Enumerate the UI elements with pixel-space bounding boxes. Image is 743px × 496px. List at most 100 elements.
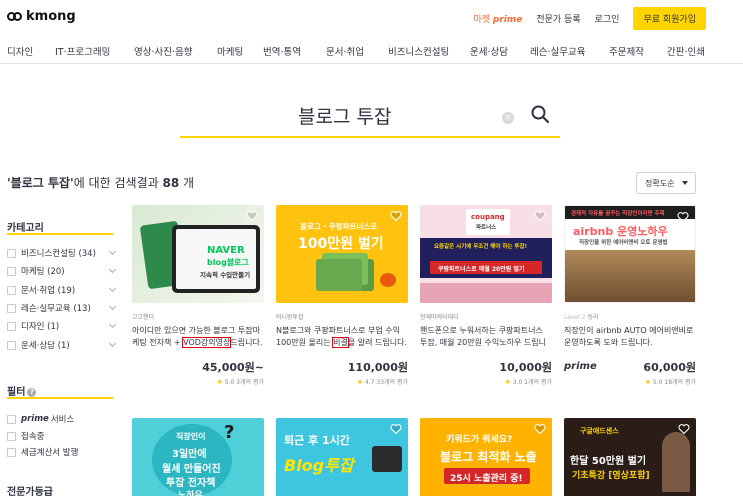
- gig-title[interactable]: 아이디만 있으면 가능한 블로그 투잡마케팅 전자책 + VOD강의영상드립니다…: [132, 325, 264, 349]
- kmong-logo[interactable]: kmong: [7, 9, 76, 24]
- gig-card[interactable]: 퇴근 후 1시간 Blog투잡: [276, 418, 408, 496]
- heart-icon[interactable]: [534, 210, 546, 222]
- thumb-text: 월세 만들어진: [162, 464, 221, 475]
- search-bar[interactable]: 블로그 투잡 ×: [180, 100, 560, 138]
- gig-card[interactable]: coupang 파트너스 요즘같은 시기에 무조건 해야 하는 투잡! 쿠팡파트…: [420, 205, 552, 386]
- thumb-text: 100만원 벌기: [298, 236, 384, 252]
- star-icon: ★: [644, 378, 651, 386]
- checkbox[interactable]: [7, 431, 16, 441]
- heart-icon[interactable]: [390, 210, 402, 222]
- login-link[interactable]: 로그인: [595, 12, 620, 25]
- heart-icon[interactable]: [534, 423, 546, 435]
- sort-dropdown[interactable]: 정확도순: [636, 172, 696, 194]
- chevron-down-icon[interactable]: [108, 265, 117, 274]
- gig-thumbnail[interactable]: coupang 파트너스 요즘같은 시기에 무조건 해야 하는 투잡! 쿠팡파트…: [420, 205, 552, 303]
- gig-title[interactable]: 핸드폰으로 누워서하는 쿠팡파트너스 투잡, 매월 20만원 수익노하우 드립니…: [420, 325, 552, 349]
- thumb-text: 구글애드센스: [580, 427, 619, 435]
- category-sign[interactable]: 간판·인쇄: [667, 44, 705, 58]
- market-prime-link[interactable]: 마켓 prime: [473, 12, 522, 25]
- gig-thumbnail[interactable]: 키워드가 뭐세요? 블로그 최적화 노출 25시 노출관리 중!: [420, 418, 552, 496]
- gig-thumbnail[interactable]: 구글애드센스 한달 50만원 벌기 기초특강 [영상포함]: [564, 418, 696, 496]
- seller-name[interactable]: 현재마케터대디: [420, 312, 459, 321]
- gig-thumbnail[interactable]: 경제적 자유를 꿈꾸는 직장인이라면 주목 airbnb 운영노하우 직장인을 …: [564, 205, 696, 303]
- divider: [7, 233, 113, 235]
- checkbox[interactable]: [7, 248, 16, 258]
- category-custom[interactable]: 주문제작: [609, 44, 644, 58]
- gig-thumbnail[interactable]: 직장인이 3일만에 월세 만들어진 투잡 전자책 노하우 ?: [132, 418, 264, 496]
- thumb-text: 한달 50만원 벌기: [570, 456, 647, 467]
- category-filter-title: 카테고리: [7, 223, 44, 234]
- chevron-down-icon[interactable]: [108, 339, 117, 348]
- heart-icon[interactable]: [678, 423, 690, 435]
- filter-category-fortune[interactable]: 운세·상담 (1): [7, 338, 117, 352]
- thumb-text: 노하우: [178, 491, 203, 496]
- star-icon: ★: [504, 378, 511, 386]
- filter-category-business[interactable]: 비즈니스컨설팅 (34): [7, 246, 117, 260]
- logo-icon: [7, 11, 23, 22]
- checkbox[interactable]: [7, 447, 16, 457]
- heart-icon[interactable]: [390, 423, 402, 435]
- checkbox[interactable]: [7, 340, 16, 350]
- gig-thumbnail[interactable]: 블로그 · 쿠팡파트너스로 100만원 벌기: [276, 205, 408, 303]
- seller-name[interactable]: 고고핸더: [132, 312, 154, 321]
- thumb-text: NAVER: [207, 245, 245, 256]
- laptop-image: [372, 446, 402, 472]
- gig-price: 60,000원: [643, 361, 696, 374]
- filter-category-lesson[interactable]: 레슨·실무교육 (13): [7, 301, 117, 315]
- logo-text: kmong: [26, 9, 76, 24]
- gig-card[interactable]: 키워드가 뭐세요? 블로그 최적화 노출 25시 노출관리 중!: [420, 418, 552, 496]
- chevron-down-icon[interactable]: [108, 302, 117, 311]
- filter-online[interactable]: 접속중: [7, 429, 115, 443]
- checkbox[interactable]: [7, 321, 16, 331]
- checkbox[interactable]: [7, 285, 16, 295]
- category-marketing[interactable]: 마케팅: [217, 44, 243, 58]
- gig-title[interactable]: N블로그와 쿠팡파트너스로 부업 수익 100만원 올리는 비결을 알려 드립니…: [276, 325, 408, 349]
- clear-icon[interactable]: ×: [502, 112, 514, 124]
- divider: [7, 397, 113, 399]
- thumb-text: 기초특강 [영상포함]: [572, 471, 650, 481]
- chevron-down-icon[interactable]: [108, 284, 117, 293]
- category-design[interactable]: 디자인: [7, 44, 33, 58]
- expert-register-link[interactable]: 전문가 등록: [536, 12, 580, 25]
- filter-category-document[interactable]: 문서·취업 (19): [7, 283, 117, 297]
- gig-rating: ★ 3.0 1개의 평가: [504, 378, 552, 386]
- help-icon[interactable]: ?: [27, 388, 37, 397]
- thumb-text: Blog투잡: [284, 456, 354, 475]
- category-business[interactable]: 비즈니스컨설팅: [388, 44, 449, 58]
- gig-card[interactable]: 직장인이 3일만에 월세 만들어진 투잡 전자책 노하우 ?: [132, 418, 264, 496]
- category-it[interactable]: IT·프로그래밍: [55, 44, 110, 58]
- checkbox[interactable]: [7, 414, 16, 424]
- gig-title[interactable]: 직장인이 airbnb AUTO 에어비앤비로 운영하도록 도와 드립니다.: [564, 325, 696, 349]
- category-document[interactable]: 문서·취업: [326, 44, 364, 58]
- top-header: kmong 마켓 prime 전문가 등록 로그인 무료 회원가입: [0, 0, 743, 36]
- heart-icon[interactable]: [246, 210, 258, 222]
- gig-thumbnail[interactable]: 퇴근 후 1시간 Blog투잡: [276, 418, 408, 496]
- gig-card[interactable]: NAVER blog블로그 지속적 수입만들기 고고핸더 아이디만 있으면 가능…: [132, 205, 264, 386]
- filter-category-design[interactable]: 디자인 (1): [7, 319, 117, 333]
- gig-card[interactable]: 블로그 · 쿠팡파트너스로 100만원 벌기 비니랑투잡 N블로그와 쿠팡파트너…: [276, 205, 408, 386]
- category-fortune[interactable]: 운세·상담: [470, 44, 508, 58]
- gig-card[interactable]: 경제적 자유를 꿈꾸는 직장인이라면 주목 airbnb 운영노하우 직장인을 …: [564, 205, 696, 386]
- chevron-down-icon[interactable]: [108, 320, 117, 329]
- heart-icon[interactable]: [677, 211, 689, 223]
- category-lesson[interactable]: 레슨·실무교육: [530, 44, 585, 58]
- seller-name[interactable]: 비니랑투잡: [276, 312, 304, 321]
- seller-name[interactable]: Level 2 동리: [564, 312, 599, 321]
- gig-card[interactable]: 구글애드센스 한달 50만원 벌기 기초특강 [영상포함]: [564, 418, 696, 496]
- gig-price: 45,000원~: [202, 361, 264, 374]
- search-input[interactable]: 블로그 투잡: [298, 102, 391, 129]
- category-video[interactable]: 영상·사진·음향: [134, 44, 192, 58]
- filter-prime[interactable]: prime 서비스: [7, 412, 115, 426]
- prime-badge: prime: [564, 361, 597, 372]
- gig-thumbnail[interactable]: NAVER blog블로그 지속적 수입만들기: [132, 205, 264, 303]
- category-translation[interactable]: 번역·통역: [263, 44, 301, 58]
- chevron-down-icon[interactable]: [108, 247, 117, 256]
- filter-category-marketing[interactable]: 마케팅 (20): [7, 264, 117, 278]
- checkbox[interactable]: [7, 266, 16, 276]
- checkbox[interactable]: [7, 303, 16, 313]
- signup-button[interactable]: 무료 회원가입: [633, 6, 706, 30]
- star-icon: ★: [216, 378, 223, 386]
- filter-tax-invoice[interactable]: 세금계산서 발행: [7, 445, 115, 459]
- thumb-text: 지속적 수입만들기: [200, 271, 251, 279]
- search-icon[interactable]: [530, 104, 550, 124]
